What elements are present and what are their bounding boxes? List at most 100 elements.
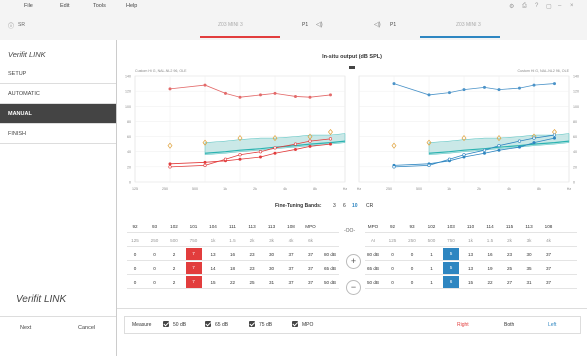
- print-icon[interactable]: ⎙: [522, 3, 527, 10]
- gain-cell[interactable]: 2: [166, 252, 182, 257]
- ear-both-option[interactable]: Both: [504, 322, 514, 328]
- gain-cell[interactable]: 7: [185, 248, 202, 260]
- gain-cell[interactable]: 13: [463, 266, 479, 271]
- gain-cell[interactable]: 0: [385, 252, 401, 257]
- gain-cell[interactable]: 0: [127, 266, 143, 271]
- gain-cell[interactable]: 18: [225, 266, 241, 271]
- gain-cell[interactable]: 13: [205, 252, 221, 257]
- help-icon[interactable]: ?: [535, 3, 538, 9]
- gain-cell[interactable]: 0: [385, 266, 401, 271]
- gain-cell[interactable]: 37: [283, 266, 299, 271]
- gain-cell[interactable]: 0: [404, 280, 420, 285]
- band-option-cr[interactable]: CR: [366, 203, 373, 209]
- gain-cell[interactable]: 23: [244, 252, 260, 257]
- gain-cell[interactable]: 37: [303, 252, 319, 257]
- gain-cell[interactable]: 0: [385, 280, 401, 285]
- checkbox-65db[interactable]: [205, 321, 211, 327]
- menu-tools[interactable]: Tools: [93, 3, 106, 9]
- speaker-icon[interactable]: ◁): [374, 21, 381, 28]
- gain-cell[interactable]: 0: [127, 280, 143, 285]
- gain-cell[interactable]: 16: [225, 252, 241, 257]
- left-program[interactable]: P1: [302, 22, 308, 28]
- sidebar-item-manual[interactable]: MANUAL: [0, 104, 116, 124]
- info-icon[interactable]: ⓘ: [8, 21, 14, 30]
- gain-cell[interactable]: 50 dB: [322, 280, 338, 285]
- cancel-button[interactable]: Cancel: [78, 325, 95, 331]
- gain-cell[interactable]: 25: [244, 280, 260, 285]
- sidebar-item-automatic[interactable]: AUTOMATIC: [0, 84, 116, 104]
- minimize-icon[interactable]: –: [558, 3, 561, 9]
- gain-cell[interactable]: 2: [166, 280, 182, 285]
- gain-cell[interactable]: 22: [225, 280, 241, 285]
- band-option-10[interactable]: 10: [352, 203, 358, 209]
- gain-cell[interactable]: 50 dB: [365, 280, 381, 285]
- checkbox-50db[interactable]: [163, 321, 169, 327]
- right-device-name[interactable]: Z03 MINI 3: [456, 22, 481, 28]
- gain-cell[interactable]: 7: [185, 262, 202, 274]
- right-program[interactable]: P1: [390, 22, 396, 28]
- gain-cell[interactable]: 27: [502, 280, 518, 285]
- ear-left-option[interactable]: Left: [548, 322, 556, 328]
- link-toggle[interactable]: -OO-: [344, 228, 355, 234]
- gain-cell[interactable]: 37: [303, 280, 319, 285]
- left-gain-table[interactable]: 92 93 102 101 104 111 113 113 108 MPO 125 250 500 750…: [127, 220, 339, 300]
- gain-cell[interactable]: 23: [502, 252, 518, 257]
- gain-cell[interactable]: 25: [502, 266, 518, 271]
- gain-cell[interactable]: 1: [424, 252, 440, 257]
- gain-cell[interactable]: 14: [205, 266, 221, 271]
- gain-cell[interactable]: 19: [482, 266, 498, 271]
- menu-help[interactable]: Help: [126, 3, 137, 9]
- gain-cell[interactable]: 22: [482, 280, 498, 285]
- settings-icon[interactable]: ⚙: [509, 3, 514, 10]
- left-device-name[interactable]: Z03 MINI 3: [218, 22, 243, 28]
- speechmap-chart[interactable]: In-situ output (dB SPL) Custom Hi G, NAL…: [117, 40, 587, 200]
- gain-cell[interactable]: 37: [541, 266, 557, 271]
- gain-cell[interactable]: 37: [303, 266, 319, 271]
- menu-edit[interactable]: Edit: [60, 3, 69, 9]
- gain-cell[interactable]: 15: [205, 280, 221, 285]
- sidebar-item-finish[interactable]: FINISH: [0, 124, 116, 144]
- stream-icon[interactable]: ◁): [316, 21, 323, 28]
- checkbox-75db[interactable]: [249, 321, 255, 327]
- gain-cell[interactable]: 0: [404, 266, 420, 271]
- gain-cell[interactable]: 0: [127, 252, 143, 257]
- gain-cell[interactable]: 30: [264, 252, 280, 257]
- menu-file[interactable]: File: [24, 3, 33, 9]
- sidebar-item-setup[interactable]: SETUP: [0, 64, 116, 84]
- band-option-3[interactable]: 3: [333, 203, 336, 209]
- gain-cell[interactable]: 23: [244, 266, 260, 271]
- gain-cell[interactable]: 30: [264, 266, 280, 271]
- restore-icon[interactable]: ▢: [546, 3, 552, 10]
- gain-cell[interactable]: 15: [463, 280, 479, 285]
- gain-cell[interactable]: 5: [443, 248, 459, 260]
- decrease-button[interactable]: −: [346, 280, 361, 295]
- gain-cell[interactable]: 31: [521, 280, 537, 285]
- gain-cell[interactable]: 7: [185, 276, 202, 288]
- gain-cell[interactable]: 35: [521, 266, 537, 271]
- gain-cell[interactable]: 37: [541, 280, 557, 285]
- close-icon[interactable]: ×: [570, 3, 574, 9]
- right-gain-table[interactable]: MPO 92 93 102 103 110 114 115 113 108 AI 125 250 500 7…: [365, 220, 577, 300]
- center-handle-icon[interactable]: [349, 66, 355, 69]
- band-option-6[interactable]: 6: [343, 203, 346, 209]
- gain-cell[interactable]: 0: [147, 280, 163, 285]
- gain-cell[interactable]: 37: [541, 252, 557, 257]
- gain-cell[interactable]: 80 dB: [322, 252, 338, 257]
- gain-cell[interactable]: 2: [166, 266, 182, 271]
- gain-cell[interactable]: 37: [283, 252, 299, 257]
- gain-cell[interactable]: 37: [283, 280, 299, 285]
- gain-cell[interactable]: 31: [264, 280, 280, 285]
- checkbox-mpo[interactable]: [292, 321, 298, 327]
- next-button[interactable]: Next: [20, 325, 31, 331]
- gain-cell[interactable]: 16: [482, 252, 498, 257]
- gain-cell[interactable]: 30: [521, 252, 537, 257]
- gain-cell[interactable]: 1: [424, 266, 440, 271]
- gain-cell[interactable]: 13: [463, 252, 479, 257]
- gain-cell[interactable]: 0: [147, 252, 163, 257]
- gain-cell[interactable]: 0: [147, 266, 163, 271]
- increase-button[interactable]: +: [346, 254, 361, 269]
- ear-right-option[interactable]: Right: [457, 322, 469, 328]
- gain-cell[interactable]: 5: [443, 262, 459, 274]
- gain-cell[interactable]: 65 dB: [365, 266, 381, 271]
- gain-cell[interactable]: 65 dB: [322, 266, 338, 271]
